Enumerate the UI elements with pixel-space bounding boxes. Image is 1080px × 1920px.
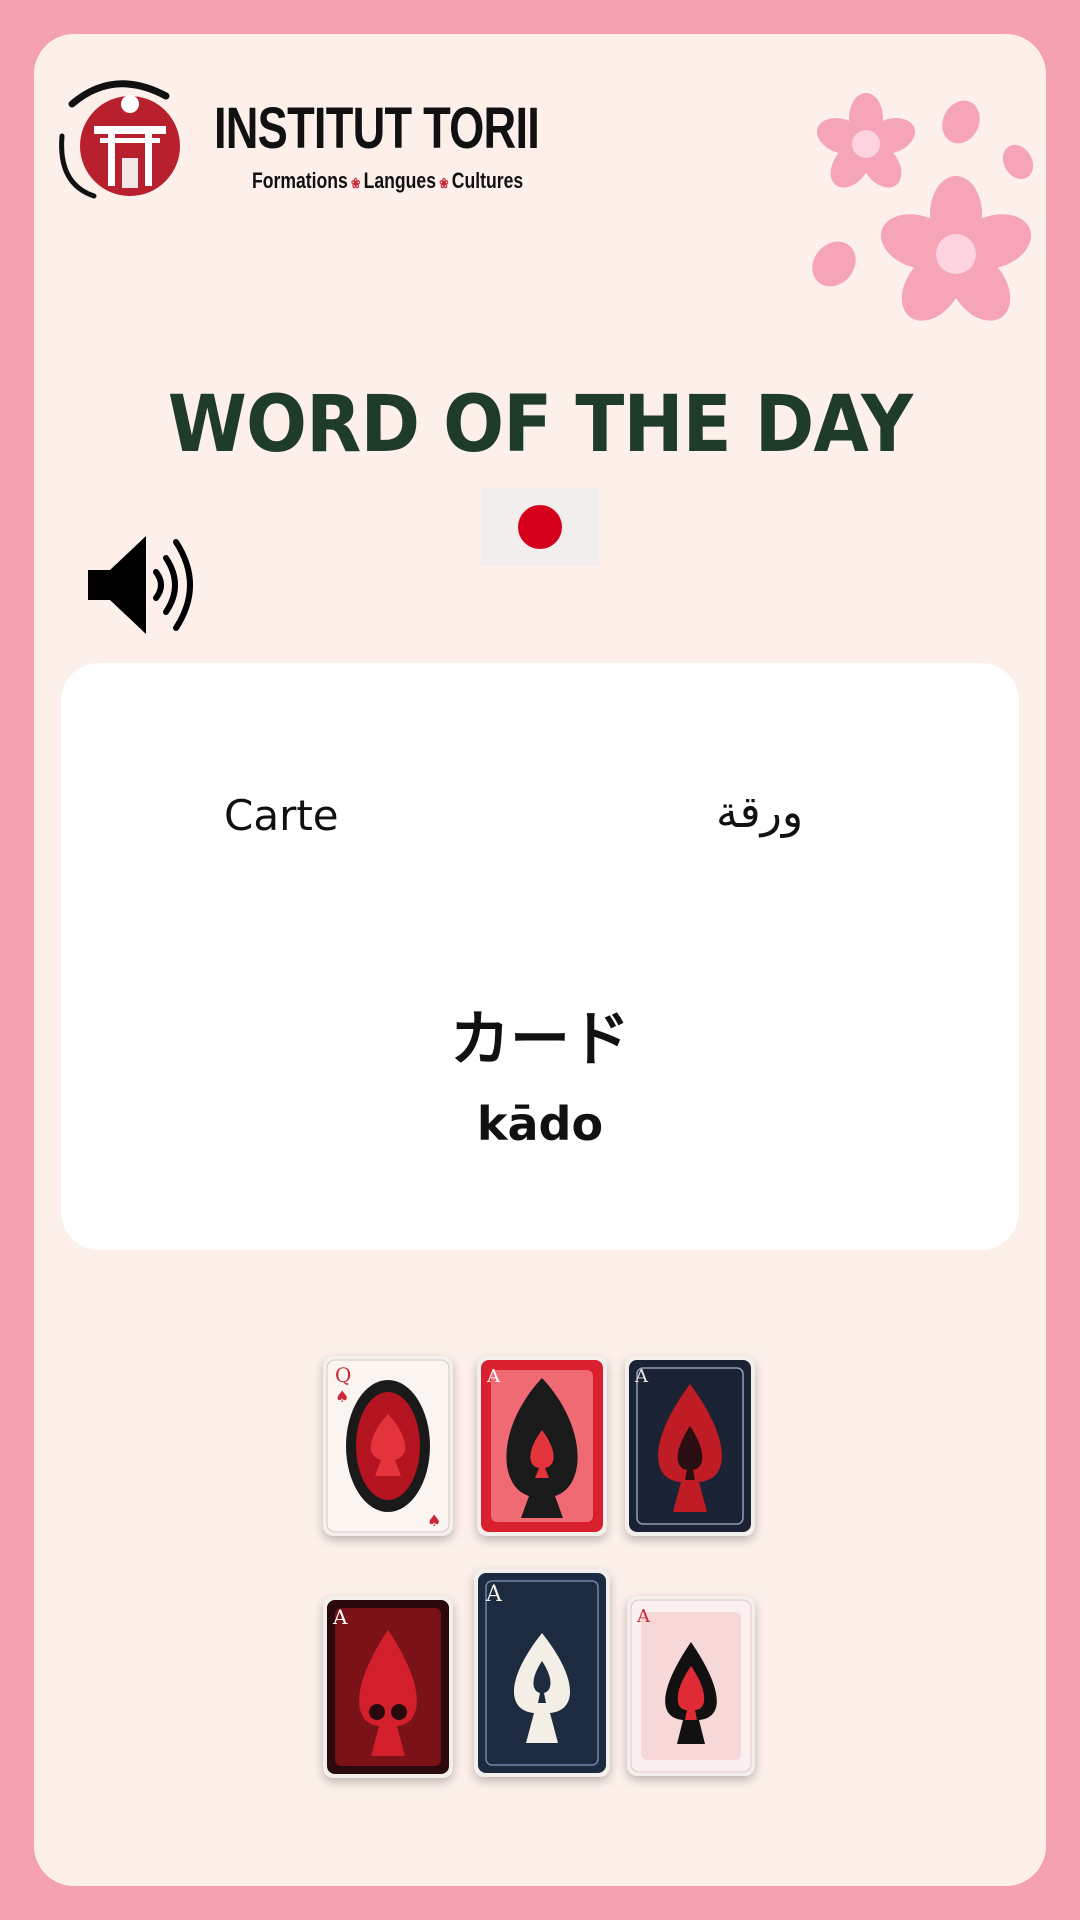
- institut-torii-logo: INSTITUT TORII Formations ❀ Langues ❀ Cultur…: [54, 74, 540, 204]
- word-card: Carte ورقة カード kādo: [61, 663, 1019, 1250]
- page-title: WORD OF THE DAY: [167, 380, 913, 470]
- svg-text:A: A: [485, 1582, 503, 1607]
- svg-text:A: A: [486, 1366, 501, 1387]
- speaker-icon[interactable]: [86, 530, 198, 640]
- french-word: Carte: [224, 791, 339, 840]
- svg-text:♠: ♠: [427, 1511, 441, 1530]
- playing-card-image: A: [477, 1356, 607, 1536]
- playing-card-image: Q ♠ ♠: [323, 1356, 453, 1536]
- romaji-word: kādo: [476, 1097, 604, 1151]
- brand-name: INSTITUT TORII: [214, 96, 540, 161]
- flashcard: INSTITUT TORII Formations ❀ Langues ❀ Cultur…: [34, 34, 1046, 1886]
- tagline-cultures: Cultures: [451, 168, 524, 193]
- brand-tagline: Formations ❀ Langues ❀ Cultures: [252, 170, 523, 192]
- torii-logo-icon: [59, 80, 180, 199]
- arabic-word: ورقة: [716, 787, 804, 838]
- svg-text:A: A: [634, 1366, 649, 1387]
- svg-text:♠: ♠: [335, 1387, 349, 1406]
- playing-card-image: A: [625, 1356, 755, 1536]
- japanese-word: カード: [450, 1005, 630, 1075]
- flag-red-disc: [518, 505, 562, 549]
- playing-card-image: A: [323, 1596, 453, 1778]
- svg-text:A: A: [332, 1605, 348, 1629]
- playing-card-image: A: [474, 1569, 610, 1777]
- tagline-langues: Langues: [363, 168, 436, 193]
- flower-separator-icon: ❀: [439, 175, 449, 191]
- svg-text:A: A: [636, 1606, 651, 1627]
- cherry-blossom-icon: [812, 93, 1034, 321]
- svg-text:Q: Q: [335, 1363, 351, 1387]
- playing-card-image: A: [627, 1596, 755, 1776]
- tagline-formations: Formations: [252, 168, 348, 193]
- flower-separator-icon: ❀: [351, 175, 361, 191]
- outer-frame: INSTITUT TORII Formations ❀ Langues ❀ Cultur…: [0, 0, 1080, 1920]
- japan-flag-icon: [481, 488, 599, 566]
